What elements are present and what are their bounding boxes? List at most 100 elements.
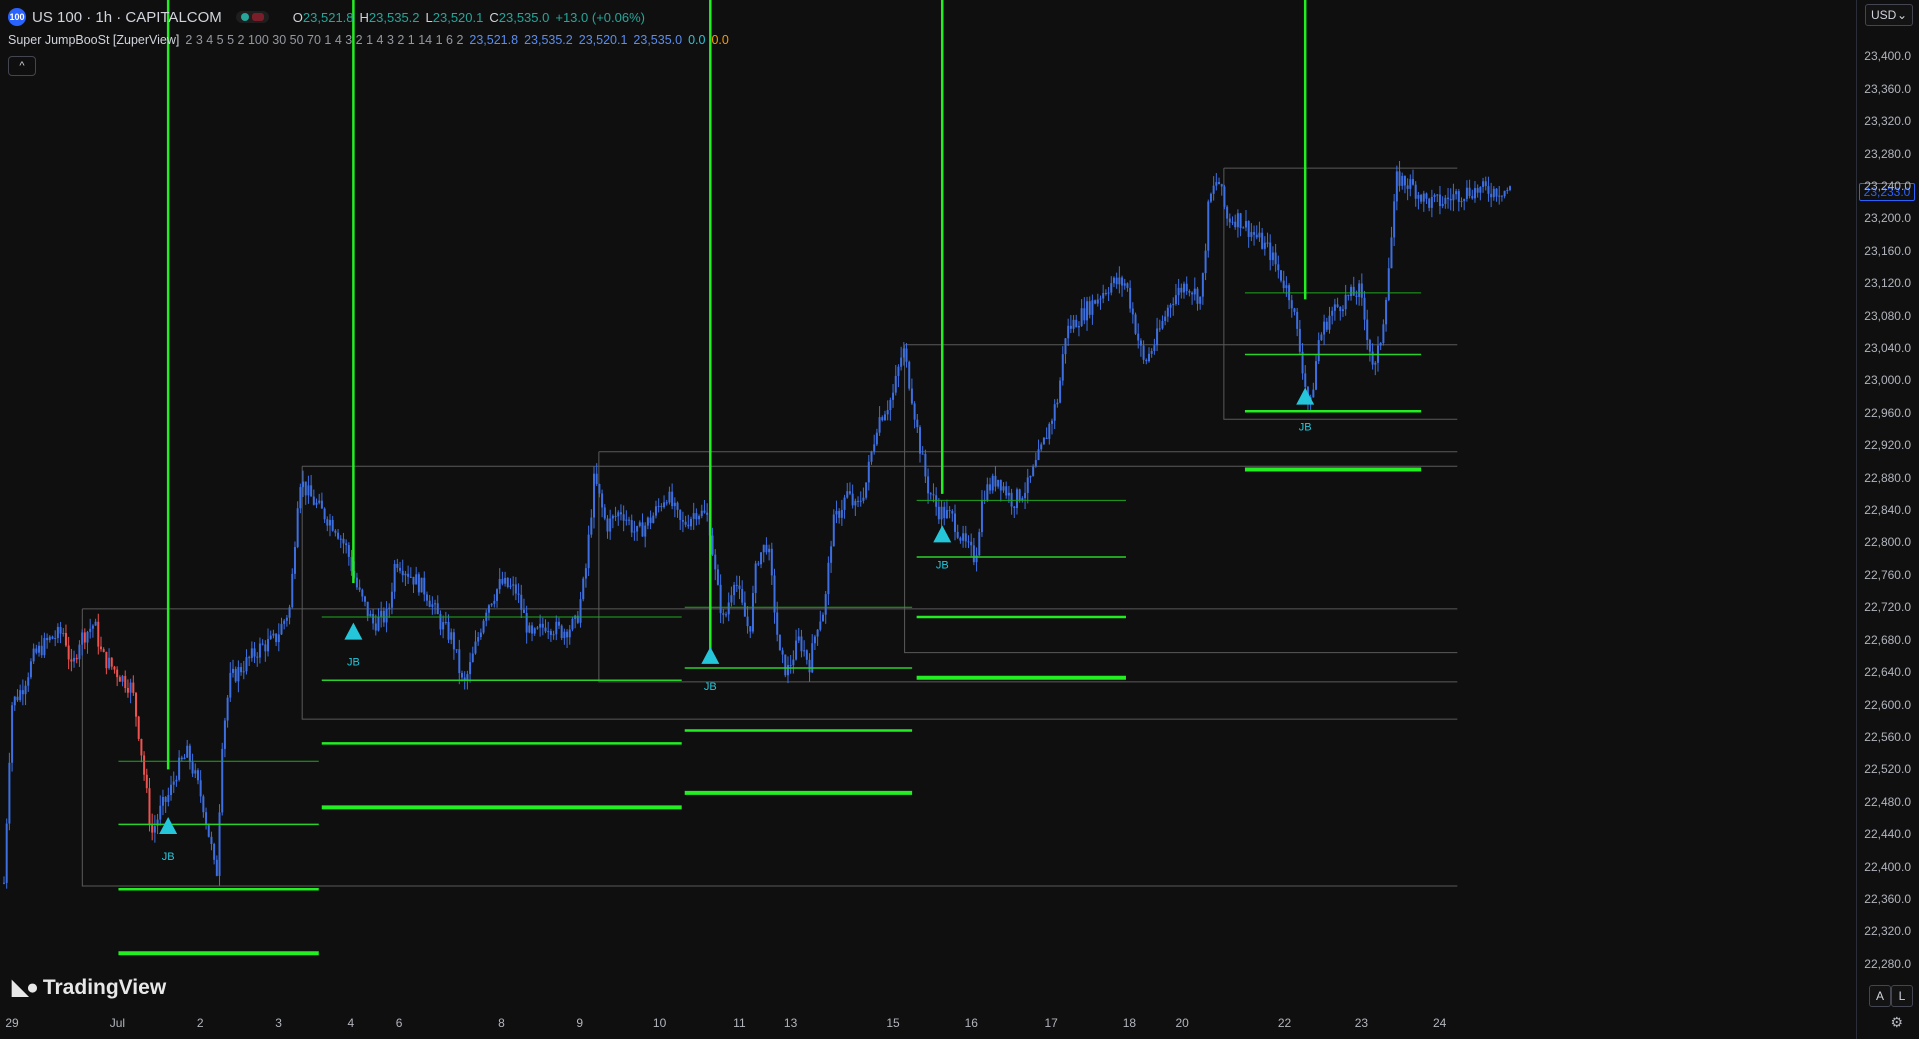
candle-body (1018, 489, 1021, 501)
candle-body (741, 588, 744, 603)
candle-body (579, 599, 582, 623)
candle-body (1323, 321, 1326, 335)
jb-label: JB (704, 681, 717, 693)
jb-triangle-icon[interactable] (344, 622, 363, 640)
candle-body (698, 516, 701, 520)
price-tick-label: 22,640.0 (1864, 665, 1911, 680)
time-tick-label: 23 (1354, 1016, 1369, 1030)
candle-body (560, 625, 563, 639)
time-tick-label: 22 (1277, 1016, 1292, 1030)
indicator-legend[interactable]: Super JumpBooSt [ZuperView] 2 3 4 5 5 2 … (8, 33, 729, 47)
candle-body (1137, 333, 1140, 341)
candle-body (792, 659, 795, 666)
candle-body (986, 484, 989, 501)
price-tick-label: 22,600.0 (1864, 697, 1911, 712)
candle-body (1104, 292, 1107, 294)
candle-body (1363, 297, 1366, 320)
candle-body (531, 625, 534, 634)
candle-body (668, 491, 671, 503)
candle-body (46, 637, 49, 641)
candle-body (1150, 350, 1153, 354)
symbol-badge[interactable]: 100 (8, 8, 26, 26)
candle-body (369, 613, 372, 617)
candle-body (372, 613, 375, 624)
candle-body (892, 392, 895, 400)
price-tick-label: 23,200.0 (1864, 211, 1911, 226)
candle-body (714, 554, 717, 570)
jb-triangle-icon[interactable] (159, 817, 178, 835)
candle-body (439, 614, 442, 630)
candle-body (299, 487, 302, 509)
candle-body (1433, 194, 1436, 197)
candle-body (1215, 182, 1218, 186)
jb-triangle-icon[interactable] (933, 525, 952, 543)
jb-triangle-icon[interactable] (701, 646, 720, 664)
range-boxes (81, 167, 1458, 887)
gear-icon[interactable]: ⚙ (1890, 1014, 1903, 1031)
candle-body (140, 738, 143, 756)
candle-body (514, 584, 517, 594)
tradingview-logo[interactable]: ◣● TradingView (12, 975, 166, 1000)
candle-body (676, 502, 679, 510)
candles (3, 160, 1511, 889)
candle-body (188, 745, 191, 763)
candle-body (1164, 316, 1167, 322)
log-scale-button[interactable]: L (1891, 985, 1913, 1007)
candle-body (43, 637, 46, 656)
tradingview-mark-icon: ◣● (12, 976, 39, 999)
candle-body (135, 692, 138, 717)
candle-body (86, 631, 89, 643)
candle-body (822, 614, 825, 622)
candle-body (611, 515, 614, 519)
collapse-legend-button[interactable]: ^ (8, 56, 36, 76)
candle-body (458, 649, 461, 674)
candle-body (175, 779, 178, 782)
candle-body (673, 502, 676, 507)
candle-body (452, 632, 455, 650)
candle-body (1088, 301, 1091, 315)
candle-body (638, 522, 641, 527)
candle-body (1274, 252, 1277, 265)
candle-body (902, 348, 905, 358)
candle-body (97, 621, 100, 647)
candle-body (547, 631, 550, 633)
range-box-bottom (1223, 168, 1458, 420)
candle-body (991, 475, 994, 491)
market-status[interactable] (235, 11, 269, 23)
candle-body (35, 648, 38, 653)
currency-selector[interactable]: USD ⌄ (1865, 4, 1913, 26)
candle-body (1290, 300, 1293, 309)
candle-body (789, 664, 792, 666)
candle-body (1371, 351, 1374, 365)
candle-body (816, 629, 819, 637)
price-chart[interactable]: JB JB JB JB JB (0, 0, 1919, 1039)
candle-body (253, 648, 256, 657)
indicator-name[interactable]: Super JumpBooSt [ZuperView] (8, 33, 179, 47)
price-tick-label: 23,000.0 (1864, 373, 1911, 388)
auto-scale-button[interactable]: A (1869, 985, 1891, 1007)
candle-body (725, 614, 728, 616)
candle-body (757, 563, 760, 565)
price-axis[interactable]: USD ⌄ 23,233.0 23,400.0 23,360.0 23,320.0 2… (1856, 0, 1919, 1039)
symbol-title[interactable]: US 100 · 1h · CAPITALCOM (32, 9, 222, 26)
candle-body (506, 577, 509, 587)
candle-body (487, 605, 490, 613)
candle-body (108, 657, 111, 669)
time-tick-label: 8 (498, 1016, 505, 1030)
time-tick-label: 13 (783, 1016, 798, 1030)
candle-body (951, 511, 954, 514)
candle-body (1064, 338, 1067, 355)
candle-body (525, 612, 528, 633)
candle-body (105, 651, 108, 669)
candle-body (1250, 232, 1253, 237)
candle-body (700, 510, 703, 517)
candle-body (1107, 292, 1110, 294)
jb-triangle-icon[interactable] (1296, 387, 1315, 405)
candle-body (431, 604, 434, 607)
candle-body (555, 621, 558, 635)
candle-body (1460, 201, 1463, 203)
candle-body (1191, 292, 1194, 295)
candle-body (56, 626, 59, 639)
candle-body (954, 513, 957, 532)
indicator-value: 23,535.0 (633, 33, 683, 47)
